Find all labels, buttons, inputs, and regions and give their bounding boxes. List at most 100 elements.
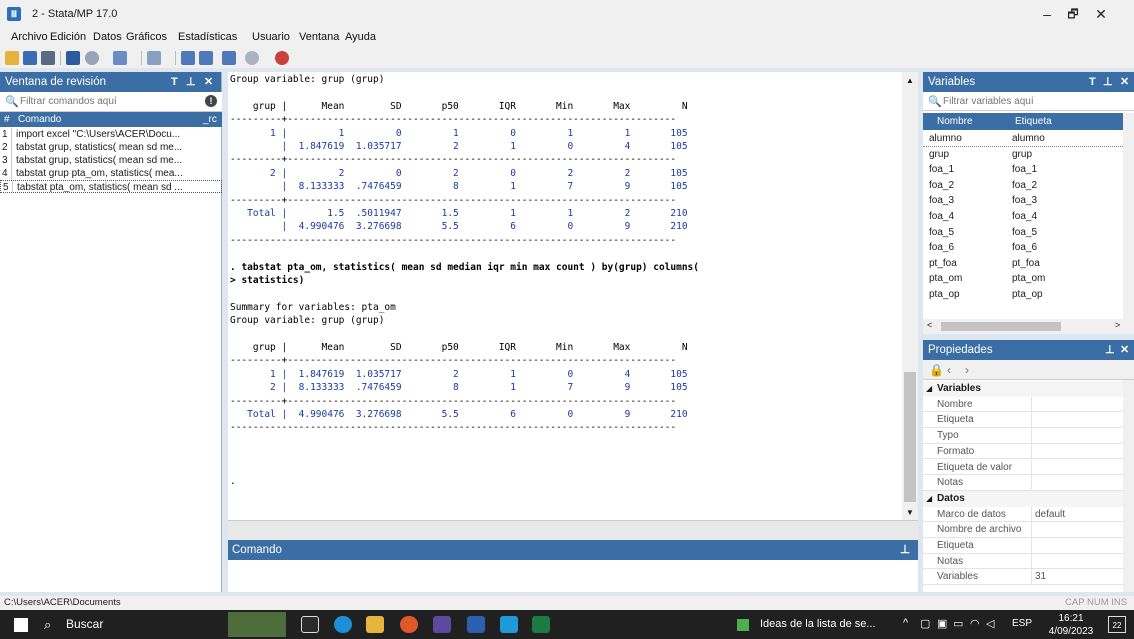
review-filter-input[interactable] — [20, 94, 200, 109]
viewer-icon[interactable] — [85, 51, 99, 65]
col-comando[interactable]: Comando — [18, 112, 61, 127]
notification-icon[interactable]: 22 — [1108, 616, 1126, 633]
pin-icon[interactable]: ⊥ — [900, 540, 910, 560]
forward-icon[interactable]: › — [965, 360, 969, 380]
clock-date[interactable]: 4/09/2023 — [1046, 626, 1096, 637]
results-vertical-scrollbar[interactable]: ▲ ▼ — [902, 72, 918, 520]
review-item[interactable]: 3 tabstat grup, statistics( mean sd me... — [0, 154, 222, 167]
clock-time[interactable]: 16:21 — [1051, 613, 1091, 624]
close-panel-icon[interactable]: ✕ — [1120, 72, 1129, 92]
restore-button[interactable]: 🗗 — [1060, 4, 1086, 24]
filter-pin-icon[interactable]: T — [171, 72, 178, 92]
review-item[interactable]: 1 import excel "C:\Users\ACER\Docu... — [0, 128, 222, 141]
results-window[interactable]: Group variable: grup (grup) grup | Mean … — [228, 72, 902, 520]
variable-row[interactable]: pt_foa pt_foa — [923, 256, 1123, 272]
property-row[interactable]: Nombre de archivo — [923, 522, 1123, 538]
property-section[interactable]: ◢ Variables — [923, 381, 1123, 397]
property-section[interactable]: ◢ Datos — [923, 490, 1123, 507]
menu-ventana[interactable]: Ventana — [299, 31, 339, 43]
search-icon[interactable]: ⌕ — [44, 617, 51, 633]
taskbar-search[interactable]: Buscar — [66, 617, 103, 631]
tray-chevron-icon[interactable]: ^ — [903, 617, 908, 629]
news-widget[interactable]: Ideas de la lista de se... — [760, 618, 876, 630]
close-panel-icon[interactable]: ✕ — [204, 72, 213, 92]
property-row[interactable]: Etiqueta — [923, 538, 1123, 554]
stata-taskbar-icon[interactable] — [433, 616, 451, 633]
properties-vertical-scrollbar[interactable] — [1123, 380, 1134, 592]
variable-row[interactable]: alumno alumno — [923, 131, 1123, 147]
windows-start-icon[interactable] — [14, 618, 28, 632]
scroll-up-icon[interactable]: ▲ — [906, 76, 914, 85]
battery-icon[interactable]: ▭ — [953, 617, 963, 630]
chrome-icon[interactable] — [400, 616, 418, 633]
variable-row[interactable]: foa_3 foa_3 — [923, 193, 1123, 209]
menu-datos[interactable]: Datos — [93, 31, 122, 43]
log-icon[interactable] — [66, 51, 80, 65]
menu-estadisticas[interactable]: Estadísticas — [178, 31, 237, 43]
save-icon[interactable] — [23, 51, 37, 65]
col-etiqueta[interactable]: Etiqueta — [1015, 113, 1052, 130]
volume-icon[interactable]: ◁ — [986, 617, 994, 630]
do-file-editor-icon[interactable] — [147, 51, 161, 65]
edge-icon[interactable] — [334, 616, 352, 633]
excel-icon[interactable] — [532, 616, 550, 633]
wifi-icon[interactable]: ◠ — [970, 617, 980, 630]
graph-icon[interactable] — [113, 51, 127, 65]
data-editor-browse-icon[interactable] — [199, 51, 213, 65]
property-row[interactable]: Marco de datos default — [923, 506, 1123, 523]
lock-icon[interactable]: 🔒 — [929, 360, 944, 380]
variable-row[interactable]: grup grup — [923, 147, 1123, 163]
open-icon[interactable] — [5, 51, 19, 65]
variable-row[interactable]: foa_5 foa_5 — [923, 225, 1123, 241]
task-view-icon[interactable] — [301, 616, 319, 633]
variable-row[interactable]: foa_6 foa_6 — [923, 240, 1123, 256]
variables-vertical-scrollbar[interactable] — [1123, 113, 1134, 319]
variable-row[interactable]: foa_1 foa_1 — [923, 162, 1123, 178]
photos-icon[interactable] — [500, 616, 518, 633]
variable-row[interactable]: pta_op pta_op — [923, 287, 1123, 303]
pin-icon[interactable]: ⊥ — [1105, 340, 1115, 360]
scroll-right-icon[interactable]: > — [1115, 320, 1120, 330]
scroll-thumb[interactable] — [941, 322, 1061, 331]
scroll-down-icon[interactable]: ▼ — [906, 508, 914, 517]
menu-ayuda[interactable]: Ayuda — [345, 31, 376, 43]
collapse-icon[interactable]: ◢ — [926, 491, 932, 506]
variable-row[interactable]: foa_2 foa_2 — [923, 178, 1123, 194]
menu-edicion[interactable]: Edición — [50, 31, 86, 43]
tray-app-icon[interactable]: ▢ — [920, 617, 930, 630]
collapse-icon[interactable]: ◢ — [926, 381, 932, 396]
property-row[interactable]: Nombre — [923, 396, 1123, 413]
variables-manager-icon[interactable] — [222, 51, 236, 65]
menu-archivo[interactable]: Archivo — [11, 31, 48, 43]
scroll-left-icon[interactable]: < — [927, 320, 932, 330]
variable-row[interactable]: foa_4 foa_4 — [923, 209, 1123, 225]
pin-icon[interactable]: ⊥ — [1103, 72, 1113, 92]
close-button[interactable]: ✕ — [1088, 4, 1114, 24]
col-nombre[interactable]: Nombre — [937, 113, 973, 130]
property-row[interactable]: Typo — [923, 428, 1123, 444]
review-item[interactable]: 5 tabstat pta_om, statistics( mean sd ... — [0, 180, 222, 193]
variables-filter-input[interactable] — [943, 94, 1128, 109]
property-row[interactable]: Notas — [923, 553, 1123, 570]
property-row[interactable]: Formato — [923, 443, 1123, 460]
filter-pin-icon[interactable]: T — [1089, 72, 1096, 92]
variables-filter[interactable]: 🔍 — [923, 92, 1134, 111]
break-icon[interactable] — [275, 51, 289, 65]
more-icon[interactable] — [245, 51, 259, 65]
variable-row[interactable]: pta_om pta_om — [923, 271, 1123, 287]
file-explorer-icon[interactable] — [366, 616, 384, 633]
info-icon[interactable]: ! — [205, 95, 217, 107]
menu-graficos[interactable]: Gráficos — [126, 31, 167, 43]
news-icon[interactable] — [737, 619, 749, 631]
property-row[interactable]: Notas — [923, 475, 1123, 491]
input-language[interactable]: ESP — [1012, 618, 1032, 629]
minimize-button[interactable]: – — [1034, 4, 1060, 24]
command-input[interactable] — [228, 560, 918, 592]
menu-usuario[interactable]: Usuario — [252, 31, 290, 43]
property-row[interactable]: Etiqueta — [923, 412, 1123, 429]
property-row[interactable]: Etiqueta de valor — [923, 459, 1123, 476]
review-filter[interactable]: 🔍 ! — [0, 92, 222, 112]
scroll-thumb[interactable] — [904, 372, 916, 502]
property-row[interactable]: Variables 31 — [923, 569, 1123, 586]
review-item[interactable]: 2 tabstat grup, statistics( mean sd me... — [0, 141, 222, 154]
